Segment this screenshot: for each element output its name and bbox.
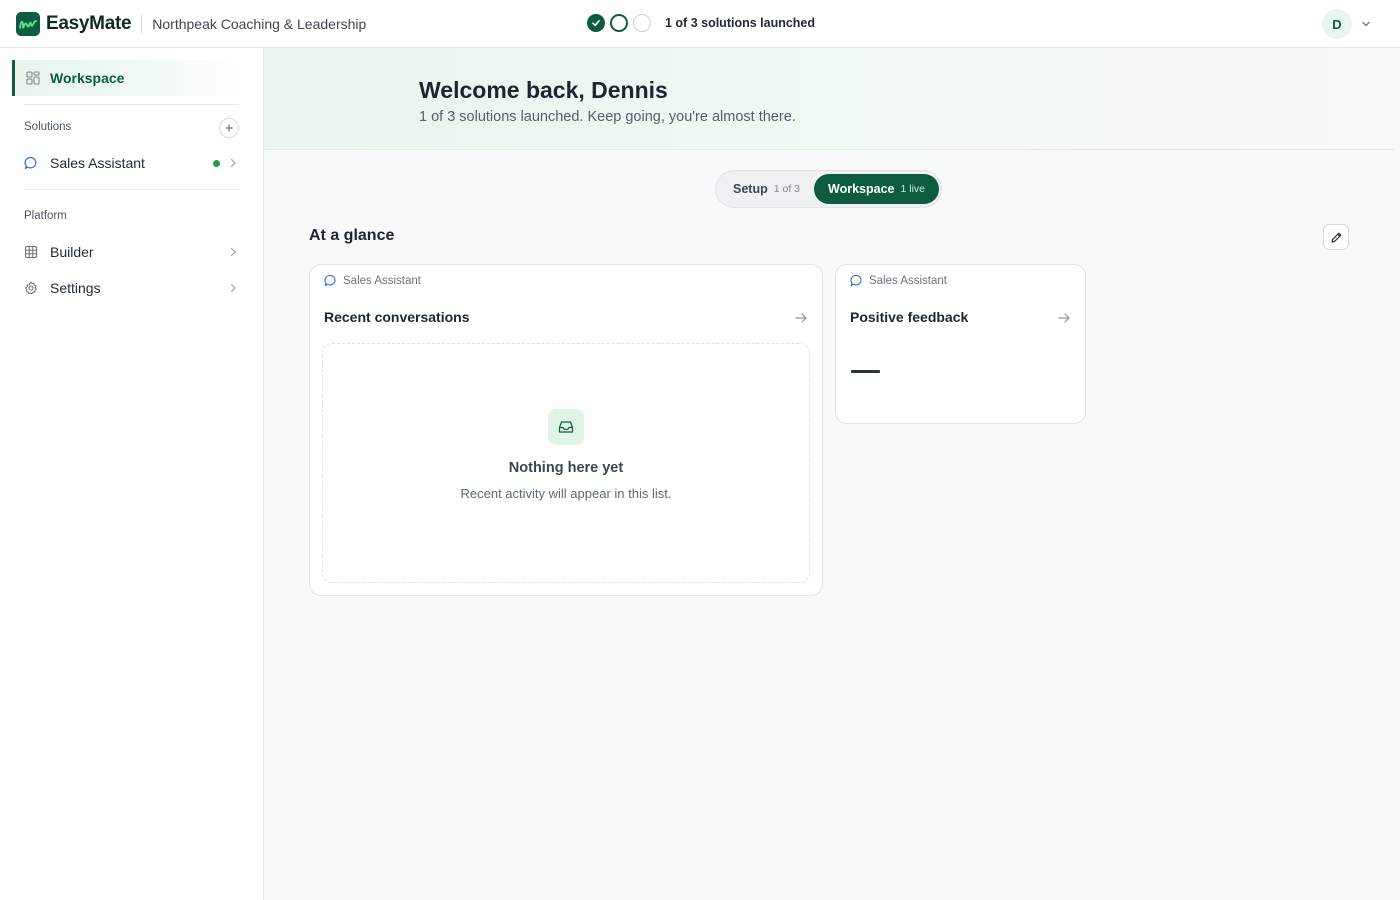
org-name: Northpeak Coaching & Leadership	[152, 15, 367, 32]
card-title[interactable]: Positive feedback	[850, 309, 968, 325]
positive-feedback-card: Sales Assistant Positive feedback	[835, 264, 1086, 424]
chat-bubble-icon	[24, 156, 37, 170]
section-title: At a glance	[309, 227, 395, 244]
dashboard-icon	[26, 71, 40, 85]
progress-step-todo	[633, 14, 651, 32]
brand-separator	[141, 14, 143, 33]
sidebar-item-label: Workspace	[50, 70, 125, 86]
sidebar-item-settings[interactable]: Settings	[24, 274, 240, 302]
sidebar-item-label: Builder	[50, 244, 94, 260]
sidebar-item-sales-assistant[interactable]: Sales Assistant	[24, 149, 240, 177]
inbox-icon	[548, 409, 584, 445]
tab-workspace[interactable]: Workspace 1 live	[814, 174, 939, 204]
chat-bubble-icon	[850, 274, 862, 287]
check-icon	[592, 20, 600, 27]
chat-bubble-icon	[324, 274, 336, 287]
brand[interactable]: EasyMate	[16, 11, 132, 36]
gear-icon	[25, 281, 37, 295]
card-source: Sales Assistant	[850, 274, 947, 287]
welcome-banner: Welcome back, Dennis 1 of 3 solutions la…	[264, 48, 1394, 150]
tab-label: Workspace	[828, 182, 895, 196]
tab-meta: 1 live	[900, 183, 925, 195]
add-solution-button[interactable]	[219, 118, 239, 138]
sidebar-item-label: Sales Assistant	[50, 155, 145, 171]
arrow-right-icon[interactable]	[794, 311, 808, 325]
sidebar: Workspace Solutions Sales Assistant Plat…	[0, 48, 264, 900]
tab-setup[interactable]: Setup 1 of 3	[719, 174, 814, 204]
card-title[interactable]: Recent conversations	[324, 309, 470, 325]
sidebar-divider	[24, 104, 239, 105]
empty-state-subtitle: Recent activity will appear in this list…	[460, 486, 672, 501]
edit-button[interactable]	[1323, 224, 1349, 250]
chevron-right-icon	[230, 283, 236, 293]
solutions-section-title: Solutions	[24, 121, 72, 133]
card-source: Sales Assistant	[324, 274, 421, 287]
tab-meta: 1 of 3	[773, 183, 801, 195]
platform-section-title: Platform	[24, 210, 67, 222]
recent-conversations-card: Sales Assistant Recent conversations Not…	[309, 264, 823, 596]
card-source-label: Sales Assistant	[869, 274, 947, 287]
progress-text: 1 of 3 solutions launched	[665, 16, 816, 30]
page-title: Welcome back, Dennis	[419, 77, 668, 103]
progress-step-current	[610, 14, 628, 32]
metric-value-empty	[851, 370, 880, 373]
grid-icon	[24, 245, 38, 259]
page-subtitle: 1 of 3 solutions launched. Keep going, y…	[419, 109, 796, 125]
live-status-dot	[213, 160, 220, 167]
sidebar-item-builder[interactable]: Builder	[24, 238, 240, 266]
tab-label: Setup	[733, 182, 768, 196]
card-source-label: Sales Assistant	[343, 274, 421, 287]
launch-progress: 1 of 3 solutions launched	[587, 14, 815, 32]
sidebar-divider	[24, 189, 239, 190]
view-toggle: Setup 1 of 3 Workspace 1 live	[715, 170, 942, 208]
empty-state-title: Nothing here yet	[508, 460, 624, 476]
arrow-right-icon[interactable]	[1057, 311, 1071, 325]
chevron-right-icon	[230, 247, 236, 257]
pencil-icon	[1330, 232, 1341, 243]
user-menu[interactable]: D	[1322, 9, 1372, 39]
sidebar-item-label: Settings	[50, 280, 101, 296]
avatar[interactable]: D	[1322, 9, 1352, 39]
progress-step-done	[587, 14, 605, 32]
empty-state: Nothing here yet Recent activity will ap…	[322, 343, 810, 583]
brand-name: EasyMate	[46, 12, 132, 34]
top-bar: EasyMate Northpeak Coaching & Leadership…	[0, 0, 1400, 48]
plus-icon	[225, 124, 233, 132]
sidebar-item-workspace[interactable]: Workspace	[12, 60, 240, 96]
chevron-down-icon[interactable]	[1360, 18, 1372, 30]
chevron-right-icon	[230, 158, 236, 168]
logo-icon	[16, 11, 40, 36]
